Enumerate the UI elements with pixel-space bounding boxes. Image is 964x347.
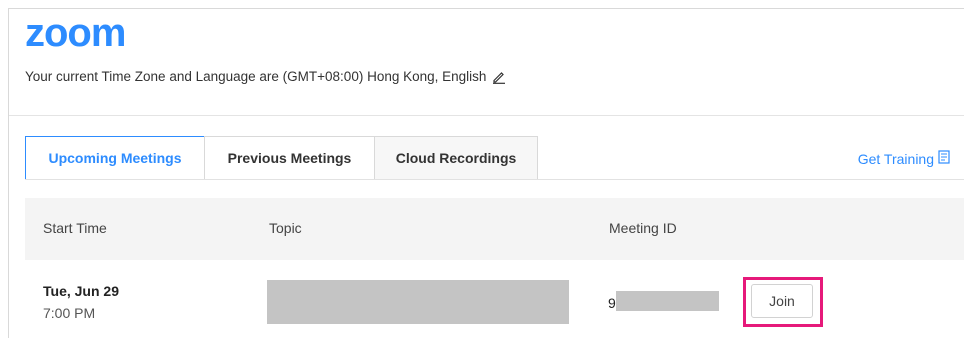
- table-row: Tue, Jun 29 7:00 PM 9 Join: [25, 261, 964, 347]
- topic-redacted: [267, 280, 569, 324]
- get-training-link[interactable]: Get Training: [858, 150, 950, 167]
- zoom-web-portal: zoom Your current Time Zone and Language…: [8, 8, 964, 338]
- column-header-meeting-id: Meeting ID: [609, 220, 677, 236]
- meeting-id: 9: [608, 295, 616, 311]
- table-header: Start Time Topic Meeting ID: [25, 198, 964, 260]
- get-training-label: Get Training: [857, 150, 934, 167]
- timezone-language-text: Your current Time Zone and Language are …: [25, 69, 487, 84]
- timezone-language-info: Your current Time Zone and Language are …: [25, 69, 506, 84]
- tab-cloud-recordings[interactable]: Cloud Recordings: [374, 136, 538, 180]
- book-icon: [938, 150, 950, 167]
- join-button[interactable]: Join: [751, 284, 813, 318]
- meeting-date: Tue, Jun 29: [43, 283, 119, 299]
- page-header: zoom Your current Time Zone and Language…: [9, 9, 964, 116]
- meeting-id-redacted: [616, 291, 719, 311]
- meetings-tabs: Upcoming Meetings Previous Meetings Clou…: [25, 136, 538, 181]
- tab-previous-meetings[interactable]: Previous Meetings: [204, 136, 375, 180]
- meeting-time: 7:00 PM: [43, 305, 96, 321]
- column-header-topic: Topic: [269, 220, 302, 236]
- tab-divider: [25, 179, 964, 180]
- zoom-logo[interactable]: zoom: [25, 11, 126, 56]
- column-header-start-time: Start Time: [43, 220, 107, 236]
- pencil-icon[interactable]: [492, 70, 506, 84]
- tab-upcoming-meetings[interactable]: Upcoming Meetings: [25, 136, 205, 180]
